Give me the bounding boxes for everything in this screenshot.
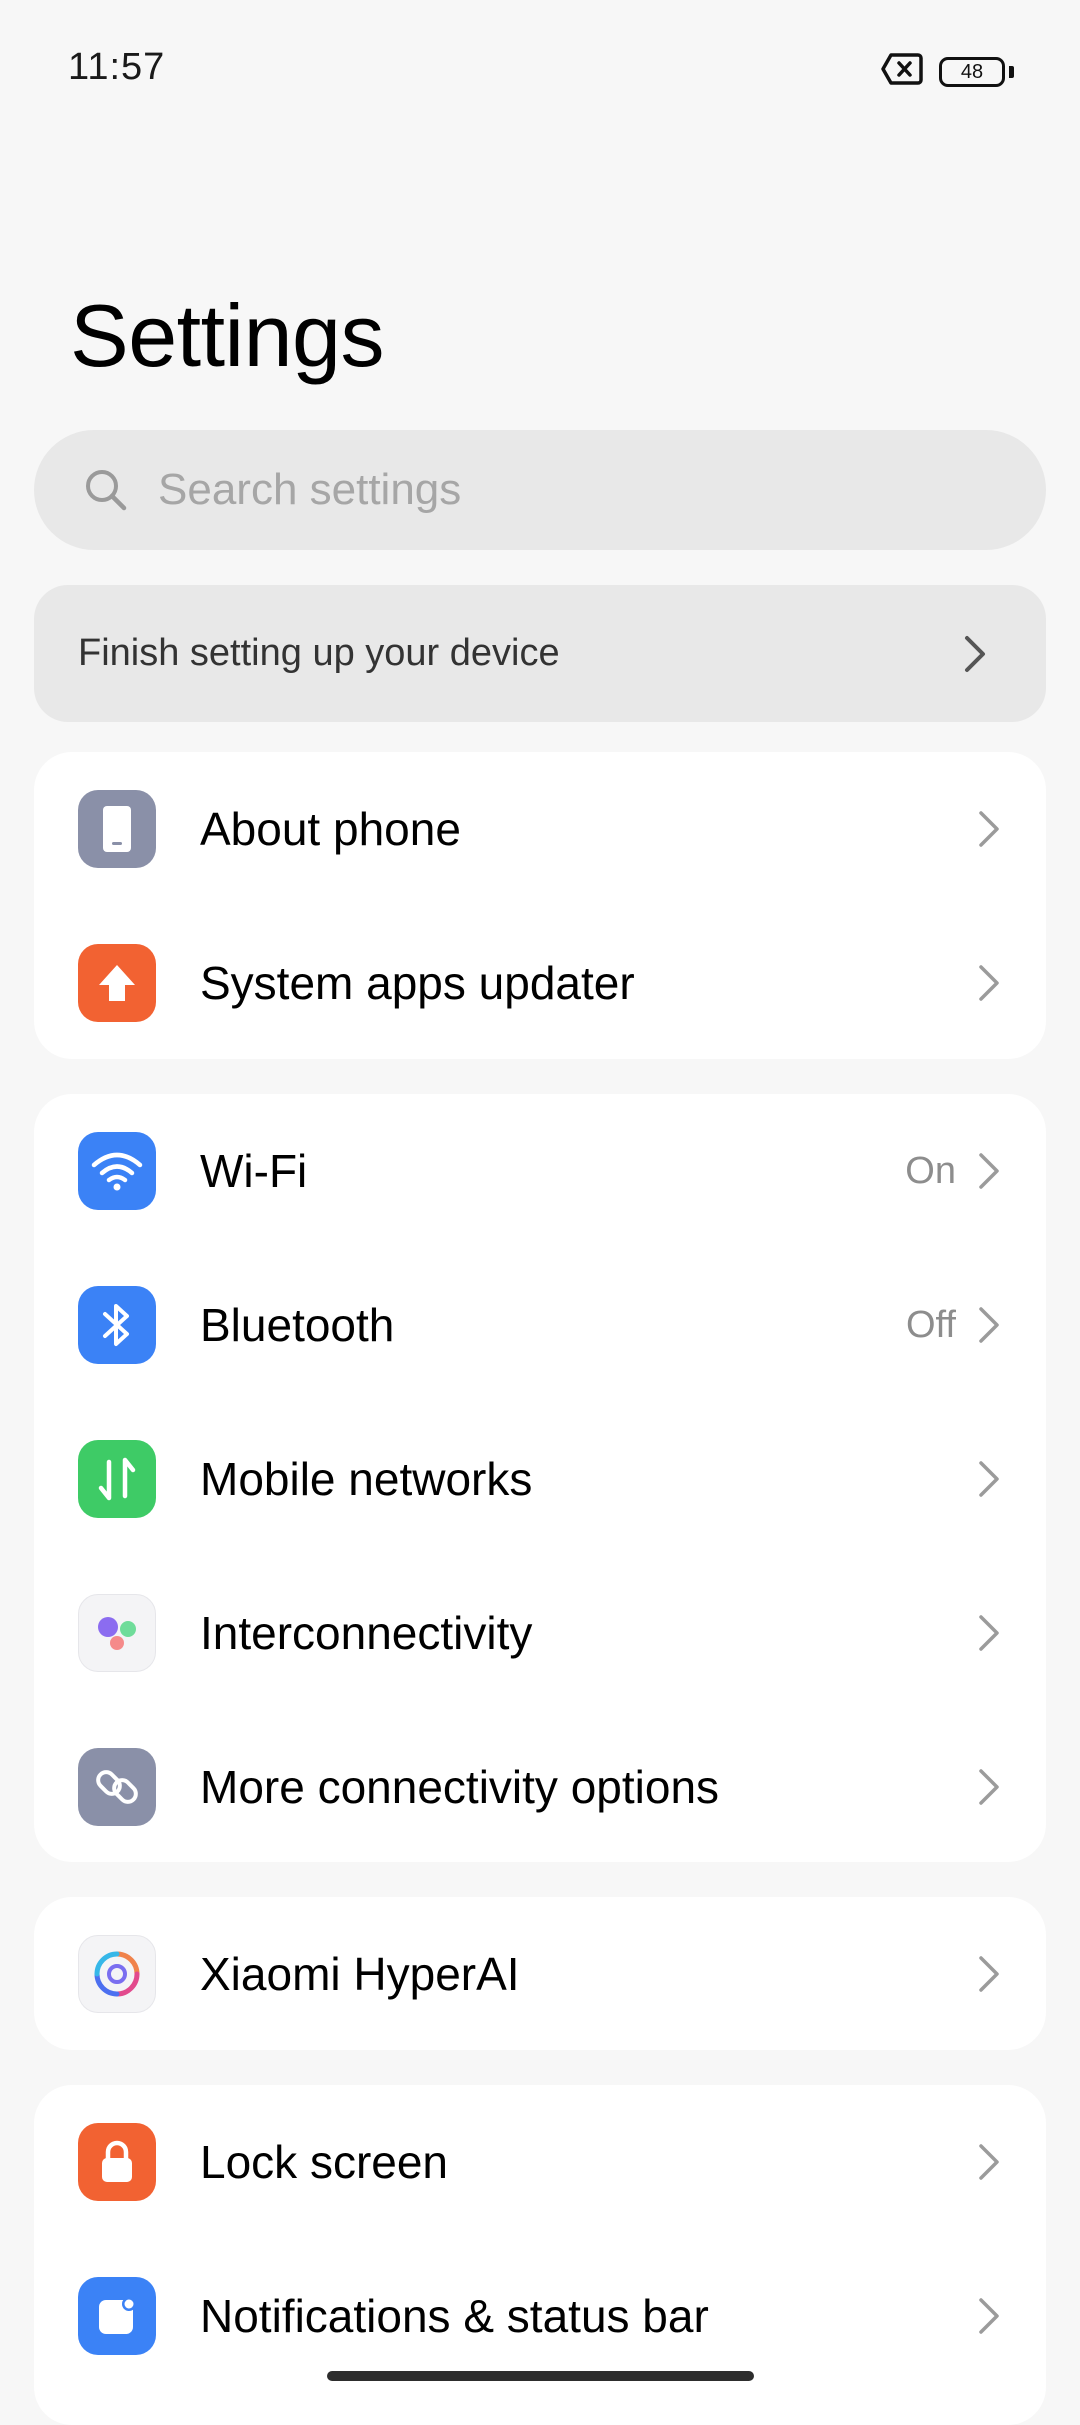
interconnectivity-icon	[78, 1594, 156, 1672]
link-icon	[78, 1748, 156, 1826]
bluetooth-row[interactable]: Bluetooth Off	[34, 1248, 1046, 1402]
notifications-label: Notifications & status bar	[200, 2290, 709, 2342]
finish-setup-label: Finish setting up your device	[78, 632, 560, 674]
settings-group-device: About phone System apps updater	[34, 752, 1046, 1059]
settings-group-ai: Xiaomi HyperAI	[34, 1897, 1046, 2050]
chevron-right-icon	[979, 1153, 999, 1189]
battery-tip	[1009, 65, 1014, 78]
chevron-right-icon	[979, 1769, 999, 1805]
notifications-row[interactable]: Notifications & status bar	[34, 2239, 1046, 2393]
wifi-label: Wi-Fi	[200, 1145, 308, 1197]
about-phone-row[interactable]: About phone	[34, 752, 1046, 906]
mobile-networks-label: Mobile networks	[200, 1453, 533, 1505]
chevron-right-icon	[979, 1956, 999, 1992]
interconnectivity-label: Interconnectivity	[200, 1607, 533, 1659]
more-connectivity-label: More connectivity options	[200, 1761, 720, 1813]
chevron-right-icon	[979, 1307, 999, 1343]
lock-icon	[78, 2123, 156, 2201]
xiaomi-hyperai-label: Xiaomi HyperAI	[200, 1948, 520, 2000]
about-phone-label: About phone	[200, 803, 461, 855]
wifi-row[interactable]: Wi-Fi On	[34, 1094, 1046, 1248]
search-input[interactable]	[156, 464, 960, 516]
chevron-right-icon	[979, 1615, 999, 1651]
system-apps-updater-row[interactable]: System apps updater	[34, 906, 1046, 1059]
chevron-right-icon	[965, 635, 985, 672]
chevron-right-icon	[979, 1461, 999, 1497]
status-icons: 48	[881, 52, 1014, 91]
phone-icon	[78, 790, 156, 868]
xiaomi-hyperai-row[interactable]: Xiaomi HyperAI	[34, 1897, 1046, 2050]
home-indicator[interactable]	[327, 2371, 754, 2381]
chevron-right-icon	[979, 2298, 999, 2334]
settings-group-connectivity: Wi-Fi On Bluetooth Off Mobile networks I…	[34, 1094, 1046, 1862]
mobile-networks-row[interactable]: Mobile networks	[34, 1402, 1046, 1556]
interconnectivity-row[interactable]: Interconnectivity	[34, 1556, 1046, 1710]
chevron-right-icon	[979, 965, 999, 1001]
status-bar: 11:57 48	[0, 0, 1080, 140]
page-title: Settings	[70, 286, 384, 385]
status-time: 11:57	[68, 46, 166, 88]
finish-setup-card[interactable]: Finish setting up your device	[34, 585, 1046, 722]
wifi-status: On	[905, 1149, 956, 1192]
lock-screen-label: Lock screen	[200, 2136, 449, 2188]
bluetooth-label: Bluetooth	[200, 1299, 395, 1351]
system-apps-updater-label: System apps updater	[200, 957, 635, 1009]
wifi-icon	[78, 1132, 156, 1210]
bluetooth-icon	[78, 1286, 156, 1364]
chevron-right-icon	[979, 811, 999, 847]
bluetooth-status: Off	[906, 1303, 956, 1346]
lock-screen-row[interactable]: Lock screen	[34, 2085, 1046, 2239]
battery-level: 48	[960, 60, 984, 83]
search-bar[interactable]	[34, 430, 1046, 550]
hyperai-icon	[78, 1935, 156, 2013]
more-connectivity-row[interactable]: More connectivity options	[34, 1710, 1046, 1862]
no-sim-icon	[881, 52, 923, 91]
mobile-data-icon	[78, 1440, 156, 1518]
arrow-up-icon	[78, 944, 156, 1022]
notification-icon	[78, 2277, 156, 2355]
battery-icon: 48	[939, 56, 1005, 87]
search-icon	[86, 470, 127, 511]
chevron-right-icon	[979, 2144, 999, 2180]
